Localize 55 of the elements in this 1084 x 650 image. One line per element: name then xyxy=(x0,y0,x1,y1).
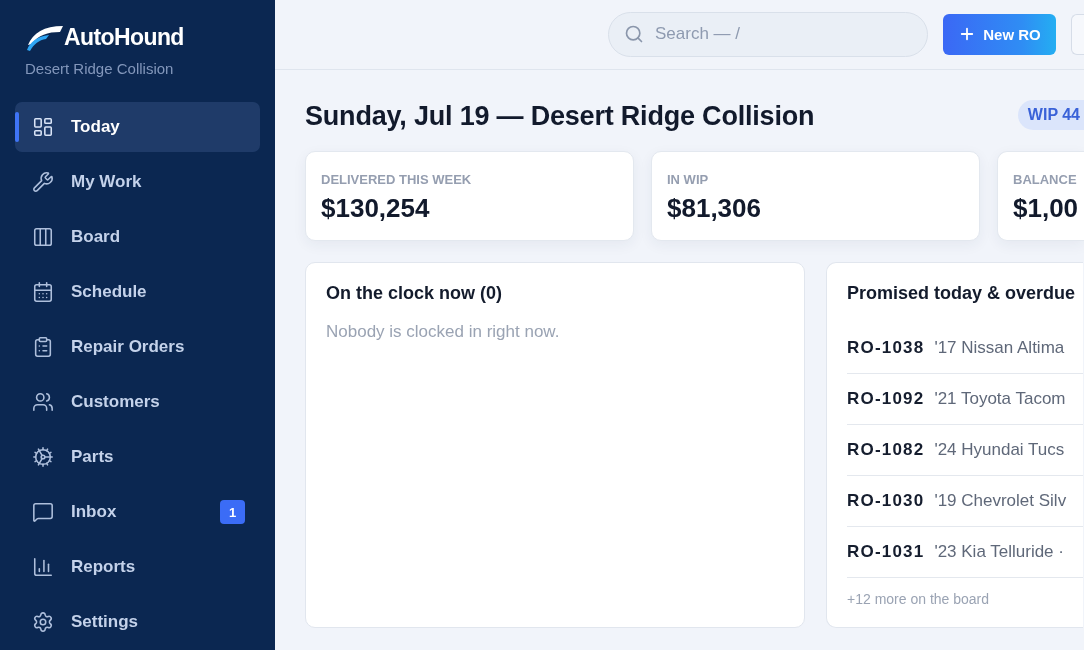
stat-label: BALANCE xyxy=(1013,172,1077,187)
empty-message: Nobody is clocked in right now. xyxy=(326,322,560,342)
repair-order-row[interactable]: RO-1082 '24 Hyundai Tucs xyxy=(847,425,1083,476)
nav-item[interactable]: Inbox 1 xyxy=(15,487,260,537)
page-title: Sunday, Jul 19 — Desert Ridge Collision xyxy=(305,100,815,132)
chat-bubble-icon xyxy=(32,501,54,523)
panel-title: Promised today & overdue xyxy=(847,283,1076,304)
nav-item[interactable]: Settings xyxy=(15,597,260,647)
stat-label: DELIVERED THIS WEEK xyxy=(321,172,472,187)
repair-order-row[interactable]: RO-1031 '23 Kia Telluride · xyxy=(847,527,1083,578)
vehicle-text: '24 Hyundai Tucs xyxy=(934,440,1065,460)
nav-item[interactable]: Parts xyxy=(15,432,260,482)
nav-item[interactable]: My Work xyxy=(15,157,260,207)
ro-number: RO-1092 xyxy=(847,389,925,409)
columns-icon xyxy=(32,226,54,248)
brand-name: AutoHound xyxy=(64,24,184,51)
wip-count-badge: WIP 44 xyxy=(1017,100,1084,130)
count-badge: 1 xyxy=(220,500,245,524)
wrench-icon xyxy=(32,171,54,193)
stat-label: IN WIP xyxy=(667,172,709,187)
shop-name: Desert Ridge Collision xyxy=(25,60,174,77)
vehicle-text: '21 Toyota Tacom xyxy=(934,389,1066,409)
repair-order-row[interactable]: RO-1092 '21 Toyota Tacom xyxy=(847,374,1083,425)
ro-number: RO-1038 xyxy=(847,338,925,358)
settings-icon xyxy=(32,611,54,633)
vehicle-text: '19 Chevrolet Silv xyxy=(934,491,1067,511)
nav-item[interactable]: Board xyxy=(15,212,260,262)
nav-item[interactable]: Today xyxy=(15,102,260,152)
partial-button[interactable] xyxy=(1071,13,1084,55)
stat-value: $1,00 xyxy=(1013,193,1079,224)
repair-order-row[interactable]: RO-1030 '19 Chevrolet Silv xyxy=(847,476,1083,527)
clipboard-icon xyxy=(32,336,54,358)
repair-order-row[interactable]: RO-1038 '17 Nissan Altima xyxy=(847,323,1083,374)
nav-item[interactable]: Customers xyxy=(15,377,260,427)
cog-icon xyxy=(32,446,54,468)
calendar-icon xyxy=(32,281,54,303)
panel-title: On the clock now (0) xyxy=(326,283,503,304)
logo-icon xyxy=(26,24,63,51)
stat-value: $81,306 xyxy=(667,193,761,224)
bar-chart-icon xyxy=(32,556,54,578)
search-field[interactable]: Search — / xyxy=(608,11,928,57)
vehicle-text: '17 Nissan Altima xyxy=(934,338,1065,358)
vehicle-text: '23 Kia Telluride · xyxy=(934,542,1064,562)
dashboard-icon xyxy=(32,116,54,138)
new-ro-button[interactable]: New RO xyxy=(943,13,1056,55)
users-icon xyxy=(32,391,54,413)
search-icon xyxy=(624,23,644,44)
stat-value: $130,254 xyxy=(321,193,430,224)
nav-item[interactable]: Schedule xyxy=(15,267,260,317)
more-note: +12 more on the board xyxy=(847,591,990,607)
ro-number: RO-1082 xyxy=(847,440,925,460)
nav-item[interactable]: Reports xyxy=(15,542,260,592)
ro-number: RO-1031 xyxy=(847,542,925,562)
ro-number: RO-1030 xyxy=(847,491,925,511)
nav-item[interactable]: Repair Orders xyxy=(15,322,260,372)
